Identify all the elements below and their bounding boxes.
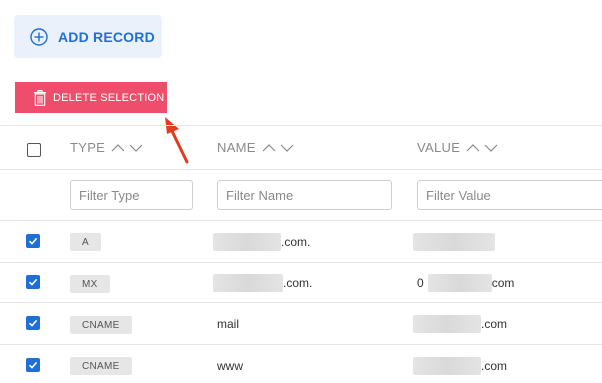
divider — [0, 125, 602, 126]
record-value: .com — [413, 355, 507, 377]
column-header-value[interactable]: VALUE — [417, 140, 498, 155]
record-name: .com. — [213, 231, 310, 253]
column-header-name[interactable]: NAME — [217, 140, 294, 155]
add-record-button[interactable]: ADD RECORD — [14, 15, 162, 58]
divider — [0, 344, 602, 345]
sort-ascending-icon[interactable] — [111, 143, 125, 153]
record-name: www — [217, 355, 243, 377]
check-icon — [28, 361, 38, 369]
redacted-text — [427, 274, 492, 292]
redacted-text — [413, 357, 481, 375]
sort-descending-icon[interactable] — [280, 143, 294, 153]
select-all-checkbox[interactable] — [27, 143, 41, 157]
record-type-badge: MX — [70, 275, 110, 293]
divider — [0, 169, 602, 170]
divider — [0, 220, 602, 221]
divider — [0, 262, 602, 263]
sort-ascending-icon[interactable] — [466, 143, 480, 153]
column-header-value-label: VALUE — [417, 140, 461, 155]
row-checkbox[interactable] — [26, 234, 40, 248]
sort-descending-icon[interactable] — [129, 143, 143, 153]
delete-selection-button[interactable]: DELETE SELECTION — [15, 82, 167, 113]
record-name-text: .com. — [283, 276, 313, 290]
filter-value-input[interactable] — [417, 180, 602, 210]
redacted-text — [413, 315, 481, 333]
record-value: 0 com — [417, 272, 514, 294]
record-type-badge: A — [70, 233, 101, 251]
record-value: .com — [413, 313, 507, 335]
delete-selection-label: DELETE SELECTION — [53, 91, 165, 104]
plus-circle-icon — [30, 27, 48, 46]
add-record-label: ADD RECORD — [58, 28, 155, 45]
record-name-text: www — [217, 359, 243, 373]
column-header-type[interactable]: TYPE — [70, 140, 143, 155]
row-checkbox[interactable] — [26, 275, 40, 289]
check-icon — [28, 237, 38, 245]
row-checkbox[interactable] — [26, 316, 40, 330]
redacted-text — [213, 233, 281, 251]
redacted-text — [213, 274, 283, 292]
column-header-name-label: NAME — [217, 140, 256, 155]
check-icon — [28, 319, 38, 327]
record-value-suffix: com — [491, 276, 515, 290]
record-name: .com. — [213, 272, 312, 294]
record-value-prefix: 0 — [417, 276, 424, 290]
filter-name-input[interactable] — [217, 180, 392, 210]
sort-ascending-icon[interactable] — [262, 143, 276, 153]
record-name-text: mail — [217, 317, 240, 331]
row-checkbox[interactable] — [26, 358, 40, 372]
divider — [0, 302, 602, 303]
filter-type-input[interactable] — [70, 180, 193, 210]
record-type-badge: CNAME — [70, 357, 132, 375]
annotation-arrow-icon — [165, 117, 189, 164]
redacted-text — [413, 233, 495, 251]
record-value-suffix: .com — [481, 317, 508, 331]
column-header-type-label: TYPE — [70, 140, 106, 155]
record-name-text: .com. — [281, 235, 311, 249]
record-value-suffix: .com — [481, 359, 508, 373]
record-value — [413, 231, 495, 253]
record-type-badge: CNAME — [70, 316, 132, 334]
sort-descending-icon[interactable] — [484, 143, 498, 153]
record-name: mail — [217, 313, 239, 335]
trash-icon — [34, 89, 46, 106]
check-icon — [28, 278, 38, 286]
